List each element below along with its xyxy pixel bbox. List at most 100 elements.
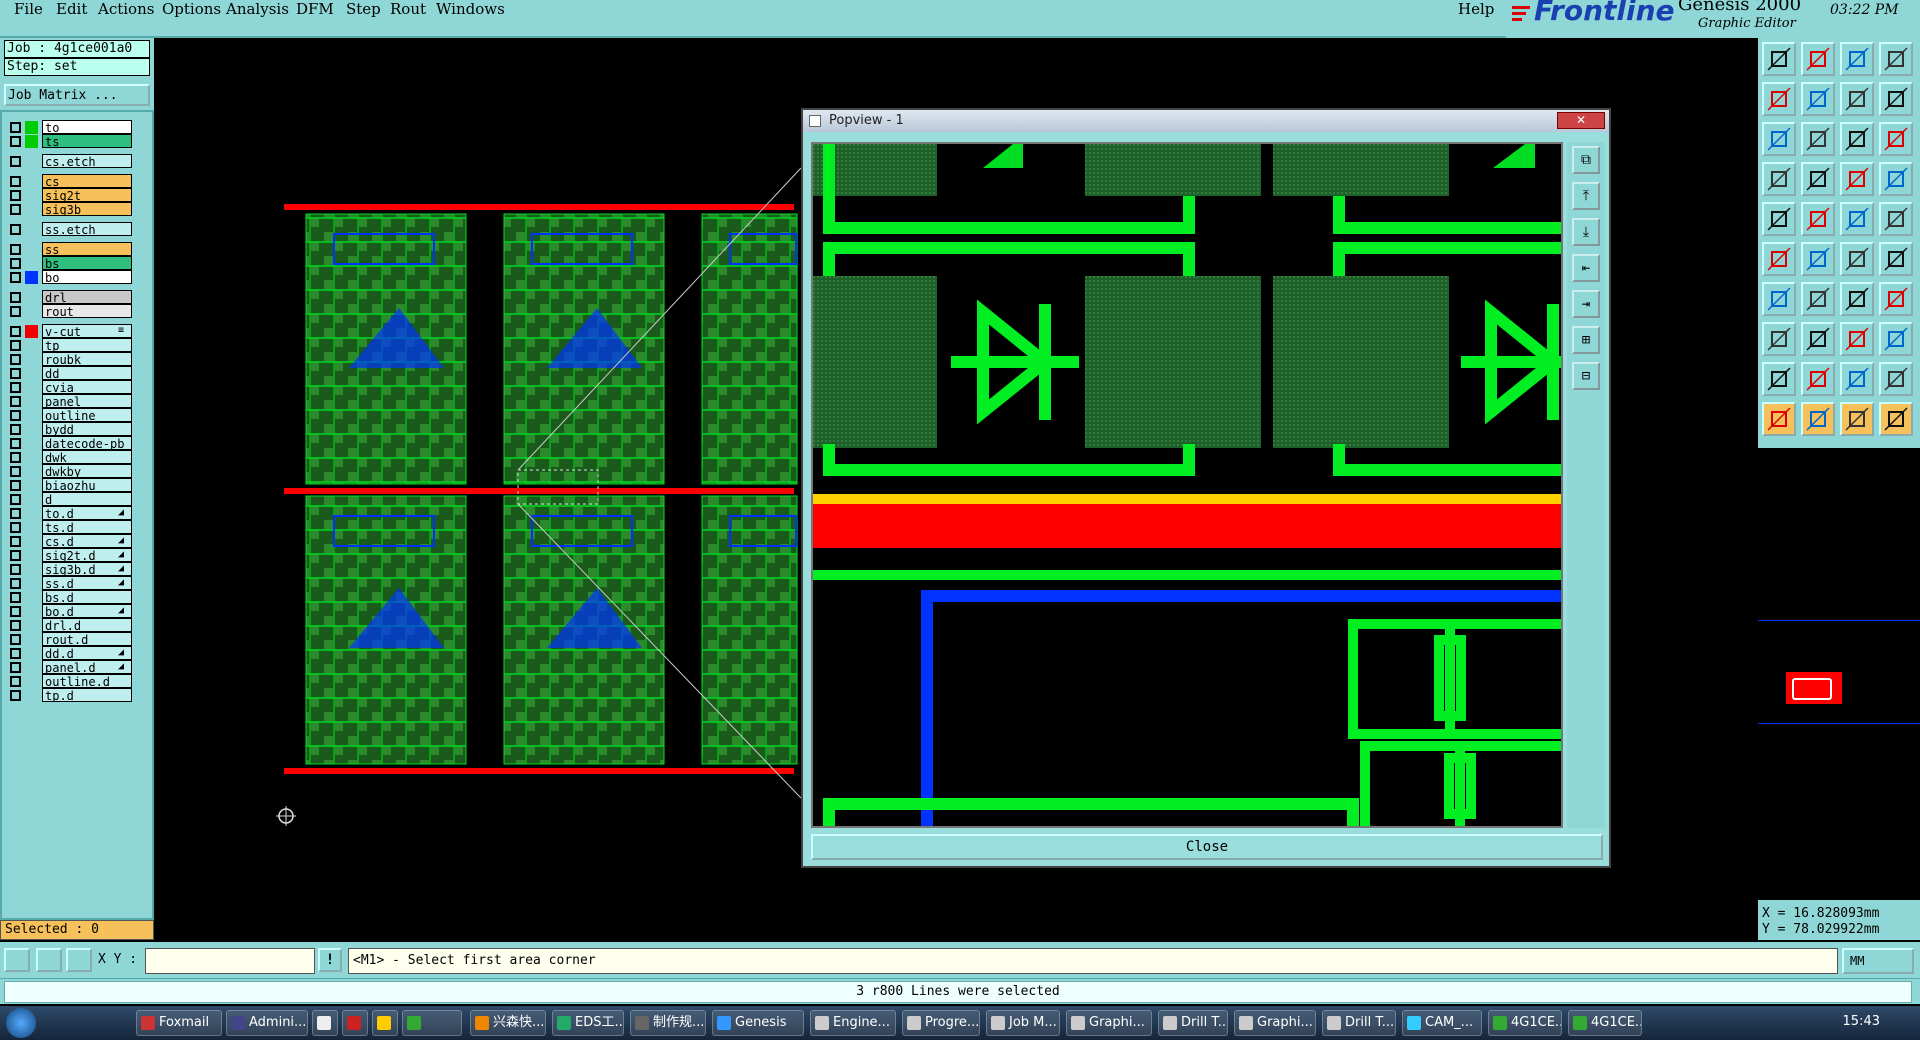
layer-row-bo.d[interactable]: bo.d ◢	[10, 604, 132, 619]
taskbar-item[interactable]: Drill T...	[1158, 1010, 1228, 1036]
menu-help[interactable]: Help	[1458, 0, 1494, 20]
save-icon[interactable]	[1801, 42, 1835, 76]
home-icon[interactable]	[1840, 42, 1874, 76]
taskbar-item[interactable]: Genesis	[712, 1010, 804, 1036]
layer-checkbox[interactable]	[10, 480, 21, 491]
layer-name[interactable]: cs	[42, 174, 132, 188]
layer-name[interactable]: panel	[42, 394, 132, 408]
layer-checkbox[interactable]	[10, 676, 21, 687]
layer-name[interactable]: datecode-pb	[42, 436, 132, 450]
layer-checkbox[interactable]	[10, 438, 21, 449]
layer-checkbox[interactable]	[10, 176, 21, 187]
layer-checkbox[interactable]	[10, 452, 21, 463]
layer-checkbox[interactable]	[10, 136, 21, 147]
layer-name[interactable]: roubk	[42, 352, 132, 366]
layer-name[interactable]: bydd	[42, 422, 132, 436]
layer-row-tp[interactable]: tp	[10, 338, 132, 353]
connect-icon[interactable]	[1762, 242, 1796, 276]
taskbar-item[interactable]	[342, 1010, 368, 1036]
mirror-icon[interactable]	[1879, 282, 1913, 316]
layer-row-sig3b[interactable]: sig3b	[10, 202, 132, 217]
taskbar-item[interactable]: 4G1CE...	[1568, 1010, 1642, 1036]
menu-windows[interactable]: Windows	[436, 0, 505, 20]
layer-row-sig2t[interactable]: sig2t	[10, 188, 132, 203]
layer-row-cs[interactable]: cs	[10, 174, 132, 189]
layer-row-sig3b.d[interactable]: sig3b.d ◢	[10, 562, 132, 577]
layer-name[interactable]: ts.d	[42, 520, 132, 534]
taskbar-item[interactable]: Engine...	[810, 1010, 896, 1036]
letter-a3-icon[interactable]	[1879, 362, 1913, 396]
layer-name[interactable]: to	[42, 120, 132, 134]
taskbar-item[interactable]: 兴森快...	[470, 1010, 546, 1036]
layer-checkbox[interactable]	[10, 224, 21, 235]
layer-row-roubk[interactable]: roubk	[10, 352, 132, 367]
layer-row-ss.d[interactable]: ss.d ◢	[10, 576, 132, 591]
layer-checkbox[interactable]	[10, 204, 21, 215]
menu-step[interactable]: Step	[346, 0, 381, 20]
layer-color-swatch[interactable]	[25, 135, 38, 148]
window-icon[interactable]	[1879, 42, 1913, 76]
layer-name[interactable]: rout.d	[42, 632, 132, 646]
menu-file[interactable]: File	[14, 0, 43, 20]
menu-options[interactable]: Options	[162, 0, 221, 20]
layer-row-rout.d[interactable]: rout.d	[10, 632, 132, 647]
popview-left-icon[interactable]: ⇤	[1572, 254, 1600, 282]
letter-a2-icon[interactable]	[1840, 362, 1874, 396]
layer-row-bo[interactable]: bo	[10, 270, 132, 285]
measure-icon[interactable]	[1840, 202, 1874, 236]
layer-checkbox[interactable]	[10, 522, 21, 533]
menu-analysis[interactable]: Analysis	[226, 0, 289, 20]
arrow-icon[interactable]	[1762, 402, 1796, 436]
minimap[interactable]	[1758, 448, 1920, 900]
taskbar-item[interactable]: 4G1CE...	[1488, 1010, 1562, 1036]
layer-row-to[interactable]: to	[10, 120, 132, 135]
layer-down-icon[interactable]	[1879, 162, 1913, 196]
layer-name[interactable]: bs.d	[42, 590, 132, 604]
layer-checkbox[interactable]	[10, 244, 21, 255]
layer-checkbox[interactable]	[10, 634, 21, 645]
ratio-icon[interactable]	[1840, 122, 1874, 156]
grid-icon[interactable]	[66, 948, 92, 972]
arc-icon[interactable]	[1840, 242, 1874, 276]
layer-row-ss[interactable]: ss	[10, 242, 132, 257]
layer-name[interactable]: ss	[42, 242, 132, 256]
layer-checkbox[interactable]	[10, 156, 21, 167]
layer-row-biaozhu[interactable]: biaozhu	[10, 478, 132, 493]
layer-row-bs.d[interactable]: bs.d	[10, 590, 132, 605]
taskbar-item[interactable]: Graphi...	[1234, 1010, 1316, 1036]
layer-color-swatch[interactable]	[25, 271, 38, 284]
layer-row-panel[interactable]: panel	[10, 394, 132, 409]
layer-checkbox[interactable]	[10, 508, 21, 519]
layer-name[interactable]: drl.d	[42, 618, 132, 632]
layer-checkbox[interactable]	[10, 690, 21, 701]
layer-row-rout[interactable]: rout	[10, 304, 132, 319]
line-red-icon[interactable]	[1762, 282, 1796, 316]
layer-row-drl.d[interactable]: drl.d	[10, 618, 132, 633]
layer-name[interactable]: dd	[42, 366, 132, 380]
route-icon[interactable]	[1879, 402, 1913, 436]
split-icon[interactable]	[1840, 82, 1874, 116]
layer-row-v-cut[interactable]: v-cut ≡	[10, 324, 132, 339]
taskbar-item[interactable]: Foxmail	[136, 1010, 222, 1036]
layer-checkbox[interactable]	[10, 190, 21, 201]
letter-a-icon[interactable]	[1801, 362, 1835, 396]
resize-icon[interactable]	[1840, 322, 1874, 356]
popview-zoom-in-icon[interactable]: ⊞	[1572, 326, 1600, 354]
taskbar-item[interactable]: Job M...	[986, 1010, 1060, 1036]
popview-down-icon[interactable]: ⤓	[1572, 218, 1600, 246]
layer-name[interactable]: dwkby	[42, 464, 132, 478]
layer-name[interactable]: biaozhu	[42, 478, 132, 492]
popview-close-x-button[interactable]: ✕	[1557, 112, 1605, 129]
layer-checkbox[interactable]	[10, 564, 21, 575]
layer-checkbox[interactable]	[10, 258, 21, 269]
layer-up-icon[interactable]	[1840, 162, 1874, 196]
taskbar-item[interactable]: Graphi...	[1066, 1010, 1152, 1036]
taskbar-item[interactable]	[372, 1010, 398, 1036]
layer-row-dd[interactable]: dd	[10, 366, 132, 381]
popview-up-icon[interactable]: ⤒	[1572, 182, 1600, 210]
layer-name[interactable]: sig3b	[42, 202, 132, 216]
job-matrix-button[interactable]: Job Matrix ...	[4, 84, 150, 106]
layer-name[interactable]: sig2t	[42, 188, 132, 202]
open-icon[interactable]	[1762, 42, 1796, 76]
layer-name[interactable]: outline	[42, 408, 132, 422]
